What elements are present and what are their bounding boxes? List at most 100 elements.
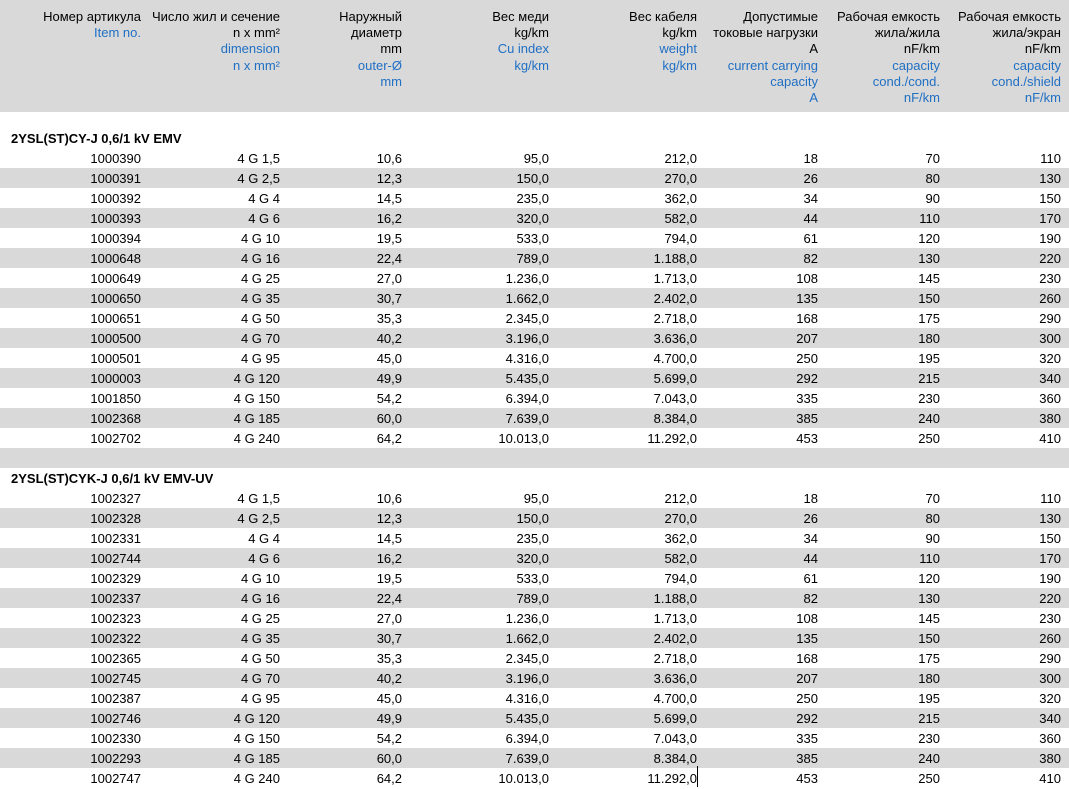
cell-cu-index: 320,0: [516, 551, 549, 566]
cell-current-capacity: 385: [796, 411, 818, 426]
cell-outer-diameter: 27,0: [376, 611, 402, 626]
cell-weight: 794,0: [664, 231, 697, 246]
cell-weight: 1.188,0: [653, 591, 697, 606]
cell-weight: 11.292,0: [647, 771, 697, 786]
cell-dimension: 4 G 185: [233, 751, 280, 766]
cell-item-no: 1002745: [90, 671, 141, 686]
cell-capacity-cond-cond: 145: [918, 271, 940, 286]
cell-weight: 3.636,0: [653, 671, 697, 686]
cell-dimension: 4 G 50: [240, 651, 280, 666]
table-row: 1002702 4 G 240 64,2 10.013,0 11.292,0 453 250…: [0, 428, 1069, 448]
cell-current-capacity: 82: [803, 591, 818, 606]
cell-weight: 1.188,0: [653, 251, 697, 266]
cell-item-no: 1002328: [90, 511, 141, 526]
cell-outer-diameter: 49,9: [376, 711, 402, 726]
header-en-label: n x mm²: [233, 57, 280, 73]
cell-cu-index: 4.316,0: [505, 691, 549, 706]
cell-capacity-cond-shield: 360: [1039, 731, 1061, 746]
header-en-label: nF/km: [903, 90, 940, 106]
cell-weight: 7.043,0: [653, 731, 697, 746]
cell-outer-diameter: 40,2: [376, 671, 402, 686]
cell-dimension: 4 G 120: [233, 371, 280, 386]
cell-dimension: 4 G 10: [240, 571, 280, 586]
cell-outer-diameter: 60,0: [376, 411, 402, 426]
cell-cu-index: 6.394,0: [505, 731, 549, 746]
header-outer-diameter: Наружный диаметр mm outer-Ø mm: [339, 9, 402, 90]
cell-dimension: 4 G 35: [240, 631, 280, 646]
cell-item-no: 1002330: [90, 731, 141, 746]
table-row: 1000391 4 G 2,5 12,3 150,0 270,0 26 80 130: [0, 168, 1069, 188]
cell-item-no: 1002337: [90, 591, 141, 606]
cell-current-capacity: 250: [796, 691, 818, 706]
cell-current-capacity: 292: [796, 711, 818, 726]
cell-cu-index: 150,0: [516, 171, 549, 186]
cell-cu-index: 2.345,0: [505, 651, 549, 666]
table-row: 1000650 4 G 35 30,7 1.662,0 2.402,0 135 150 260: [0, 288, 1069, 308]
header-ru-label: mm: [380, 41, 402, 57]
table-row: 1002365 4 G 50 35,3 2.345,0 2.718,0 168 175 290: [0, 648, 1069, 668]
cell-capacity-cond-shield: 260: [1039, 291, 1061, 306]
table-row: 1002323 4 G 25 27,0 1.236,0 1.713,0 108 145 230: [0, 608, 1069, 628]
cell-current-capacity: 207: [796, 331, 818, 346]
cell-outer-diameter: 14,5: [376, 191, 402, 206]
cell-capacity-cond-shield: 300: [1039, 331, 1061, 346]
cell-capacity-cond-shield: 360: [1039, 391, 1061, 406]
cell-current-capacity: 26: [803, 511, 818, 526]
section-title-row: 2YSL(ST)CY-J 0,6/1 kV EMV: [0, 128, 1069, 148]
cell-outer-diameter: 30,7: [376, 631, 402, 646]
cell-cu-index: 3.196,0: [505, 331, 549, 346]
table-row: 1002744 4 G 6 16,2 320,0 582,0 44 110 170: [0, 548, 1069, 568]
header-dimension: Число жил и сечение n x mm² dimension n x m…: [152, 9, 280, 74]
cell-current-capacity: 34: [803, 191, 818, 206]
cell-capacity-cond-shield: 410: [1039, 771, 1061, 786]
section-separator: [0, 448, 1069, 468]
cell-current-capacity: 135: [796, 291, 818, 306]
cell-outer-diameter: 54,2: [376, 391, 402, 406]
cell-capacity-cond-cond: 240: [918, 411, 940, 426]
cell-capacity-cond-cond: 120: [918, 231, 940, 246]
cell-outer-diameter: 16,2: [376, 211, 402, 226]
header-en-label: mm: [380, 73, 402, 89]
cell-capacity-cond-cond: 80: [925, 511, 940, 526]
header-en-label: A: [809, 90, 818, 106]
header-item-no: Номер артикула Item no.: [43, 9, 141, 41]
cell-cu-index: 150,0: [516, 511, 549, 526]
cell-cu-index: 5.435,0: [505, 711, 549, 726]
header-ru-label: жила/экран: [992, 25, 1061, 41]
cell-cu-index: 1.236,0: [505, 271, 549, 286]
cell-dimension: 4 G 185: [233, 411, 280, 426]
header-ru-label: n x mm²: [233, 25, 280, 41]
cell-cu-index: 533,0: [516, 571, 549, 586]
header-ru-label: токовые нагрузки: [713, 25, 818, 41]
cell-outer-diameter: 35,3: [376, 651, 402, 666]
cell-weight: 2.718,0: [653, 651, 697, 666]
header-en-label: Item no.: [94, 25, 141, 41]
cell-cu-index: 4.316,0: [505, 351, 549, 366]
cell-item-no: 1002368: [90, 411, 141, 426]
cell-dimension: 4 G 70: [240, 331, 280, 346]
cell-capacity-cond-shield: 230: [1039, 611, 1061, 626]
cell-capacity-cond-shield: 110: [1040, 151, 1061, 166]
header-ru-label: Номер артикула: [43, 9, 141, 24]
cell-dimension: 4 G 2,5: [237, 171, 280, 186]
table-row: 1002327 4 G 1,5 10,6 95,0 212,0 18 70 110: [0, 488, 1069, 508]
header-ru-label: nF/km: [1024, 41, 1061, 57]
cell-current-capacity: 18: [803, 151, 818, 166]
cell-dimension: 4 G 120: [233, 711, 280, 726]
cell-capacity-cond-cond: 120: [918, 571, 940, 586]
cell-cu-index: 789,0: [516, 251, 549, 266]
cell-capacity-cond-cond: 250: [918, 431, 940, 446]
cell-current-capacity: 292: [796, 371, 818, 386]
cell-capacity-cond-shield: 340: [1039, 711, 1061, 726]
cell-item-no: 1000393: [90, 211, 141, 226]
table-row: 1002746 4 G 120 49,9 5.435,0 5.699,0 292 215 34…: [0, 708, 1069, 728]
header-ru-label: A: [809, 41, 818, 57]
cell-item-no: 1002293: [90, 751, 141, 766]
cell-item-no: 1002331: [90, 531, 141, 546]
cell-cu-index: 533,0: [516, 231, 549, 246]
table-row: 1002387 4 G 95 45,0 4.316,0 4.700,0 250 195 320: [0, 688, 1069, 708]
header-ru-label: Вес кабеля: [629, 9, 697, 24]
cell-capacity-cond-shield: 130: [1039, 171, 1061, 186]
table-row: 1002328 4 G 2,5 12,3 150,0 270,0 26 80 130: [0, 508, 1069, 528]
cell-weight: 794,0: [664, 571, 697, 586]
